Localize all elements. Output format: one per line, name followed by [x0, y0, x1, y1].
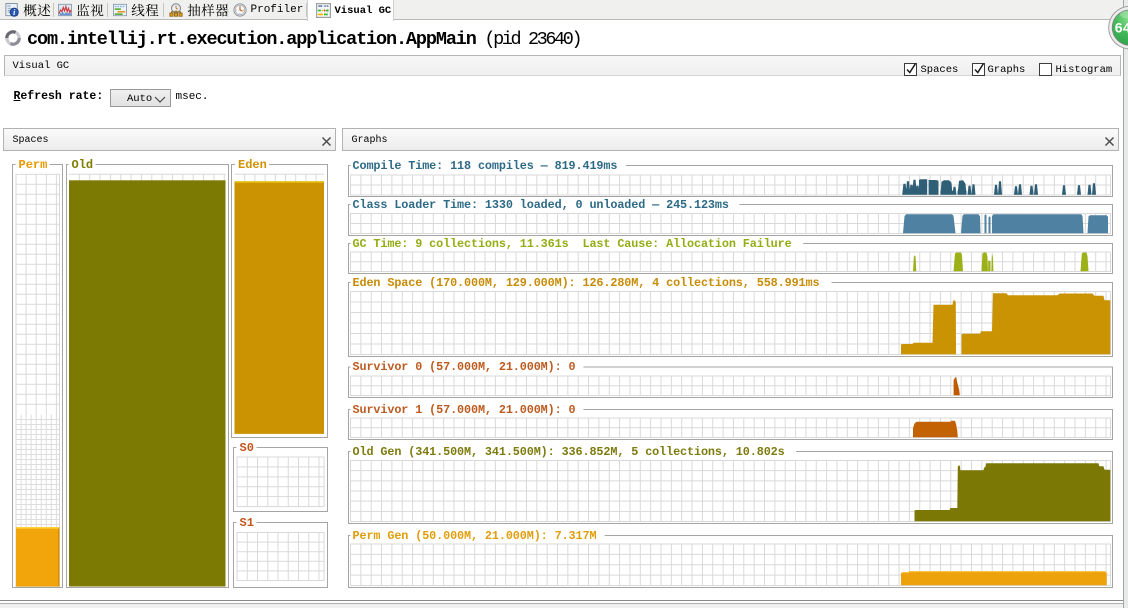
svg-text:64: 64 [1115, 20, 1128, 36]
